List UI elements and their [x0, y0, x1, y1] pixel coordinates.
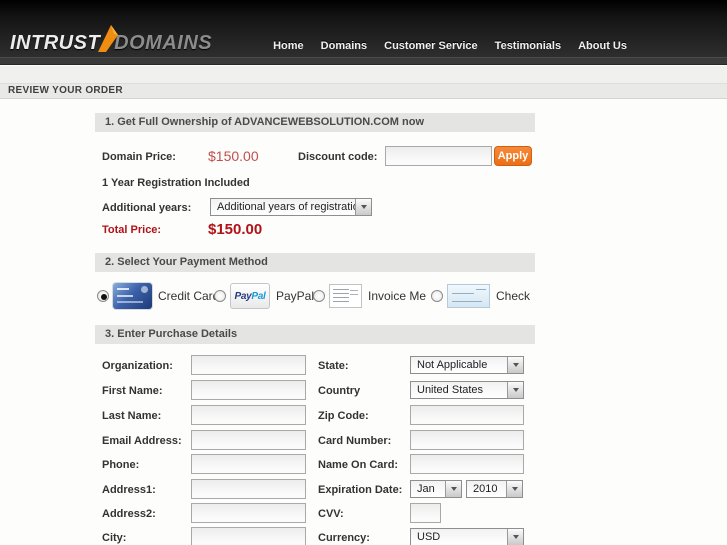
breadcrumb: REVIEW YOUR ORDER	[8, 85, 123, 96]
state-label: State:	[318, 360, 349, 372]
credit-card-icon	[113, 283, 152, 309]
paypal-radio[interactable]	[214, 290, 226, 302]
brand-name-right: DOMAINS	[114, 32, 213, 54]
site-header: INTRUST DOMAINS Home Domains Customer Se…	[0, 0, 727, 57]
zip-code-field[interactable]	[410, 405, 524, 425]
chevron-down-icon	[507, 357, 523, 373]
name-on-card-field[interactable]	[410, 454, 524, 474]
address1-label: Address1:	[102, 484, 156, 496]
chevron-down-icon	[507, 382, 523, 398]
email-address-field[interactable]	[191, 430, 306, 450]
section-title-details: 3. Enter Purchase Details	[95, 325, 535, 344]
organization-label: Organization:	[102, 360, 173, 372]
last-name-field[interactable]	[191, 405, 306, 425]
cvv-label: CVV:	[318, 508, 344, 520]
payment-option-label: Credit Card	[158, 289, 220, 303]
additional-years-label: Additional years:	[102, 202, 192, 214]
arrow-swoosh-icon	[96, 23, 120, 58]
payment-option-credit-card[interactable]: Credit Card	[97, 281, 219, 311]
section-title-payment: 2. Select Your Payment Method	[95, 253, 535, 272]
card-number-field[interactable]	[410, 430, 524, 450]
paypal-icon: Pay Pal	[230, 283, 270, 309]
domain-price-value: $150.00	[208, 148, 259, 164]
expiration-month-select[interactable]: Jan	[410, 480, 462, 498]
state-select[interactable]: Not Applicable	[410, 356, 524, 374]
expiration-date-label: Expiration Date:	[318, 484, 403, 496]
nav-item-testimonials[interactable]: Testimonials	[495, 40, 561, 52]
nav-item-domains[interactable]: Domains	[321, 40, 367, 52]
city-field[interactable]	[191, 527, 306, 545]
main-nav: Home Domains Customer Service Testimonia…	[273, 40, 627, 52]
currency-label: Currency:	[318, 532, 370, 544]
expiration-year-select[interactable]: 2010	[466, 480, 523, 498]
payment-option-invoice[interactable]: Invoice Me	[313, 281, 426, 311]
organization-field[interactable]	[191, 355, 306, 375]
payment-option-check[interactable]: Check	[431, 281, 530, 311]
credit-card-radio[interactable]	[97, 290, 109, 302]
registration-note: 1 Year Registration Included	[102, 177, 250, 189]
chevron-down-icon	[445, 481, 461, 497]
brand-name-left: INTRUST	[10, 32, 101, 54]
content-top-band	[0, 66, 727, 83]
address2-label: Address2:	[102, 508, 156, 520]
brand-logo[interactable]: INTRUST DOMAINS	[10, 20, 212, 55]
first-name-field[interactable]	[191, 380, 306, 400]
apply-button[interactable]: Apply	[494, 146, 532, 166]
nav-item-customer-service[interactable]: Customer Service	[384, 40, 478, 52]
total-price-value: $150.00	[208, 221, 263, 238]
total-price-label: Total Price:	[102, 224, 162, 236]
check-radio[interactable]	[431, 290, 443, 302]
cvv-field[interactable]	[410, 503, 441, 523]
payment-option-label: PayPal	[276, 289, 315, 303]
nav-item-home[interactable]: Home	[273, 40, 304, 52]
discount-code-input[interactable]	[385, 146, 492, 166]
chevron-down-icon	[507, 529, 523, 545]
invoice-icon	[329, 284, 362, 308]
phone-field[interactable]	[191, 454, 306, 474]
country-label: Country	[318, 385, 361, 397]
address2-field[interactable]	[191, 503, 306, 523]
chevron-down-icon	[506, 481, 522, 497]
address1-field[interactable]	[191, 479, 306, 499]
additional-years-selected-value: Additional years of registration	[217, 201, 365, 213]
payment-option-label: Check	[496, 289, 531, 303]
card-number-label: Card Number:	[318, 435, 392, 447]
nav-item-about-us[interactable]: About Us	[578, 40, 627, 52]
domain-price-label: Domain Price:	[102, 151, 176, 163]
currency-select[interactable]: USD	[410, 528, 524, 545]
chevron-down-icon	[355, 199, 371, 215]
phone-label: Phone:	[102, 459, 140, 471]
country-select[interactable]: United States	[410, 381, 524, 399]
section-title-order: 1. Get Full Ownership of ADVANCEWEBSOLUT…	[95, 113, 535, 132]
zip-code-label: Zip Code:	[318, 410, 369, 422]
payment-option-paypal[interactable]: Pay Pal PayPal	[214, 281, 314, 311]
first-name-label: First Name:	[102, 385, 163, 397]
check-icon	[447, 284, 490, 308]
invoice-radio[interactable]	[313, 290, 325, 302]
last-name-label: Last Name:	[102, 410, 162, 422]
email-address-label: Email Address:	[102, 435, 182, 447]
header-subbar	[0, 57, 727, 65]
additional-years-select[interactable]: Additional years of registration	[210, 198, 372, 216]
payment-option-label: Invoice Me	[368, 289, 427, 303]
city-label: City:	[102, 532, 127, 544]
name-on-card-label: Name On Card:	[318, 459, 399, 471]
discount-code-label: Discount code:	[298, 151, 378, 163]
order-review-page: INTRUST DOMAINS Home Domains Customer Se…	[0, 0, 727, 545]
